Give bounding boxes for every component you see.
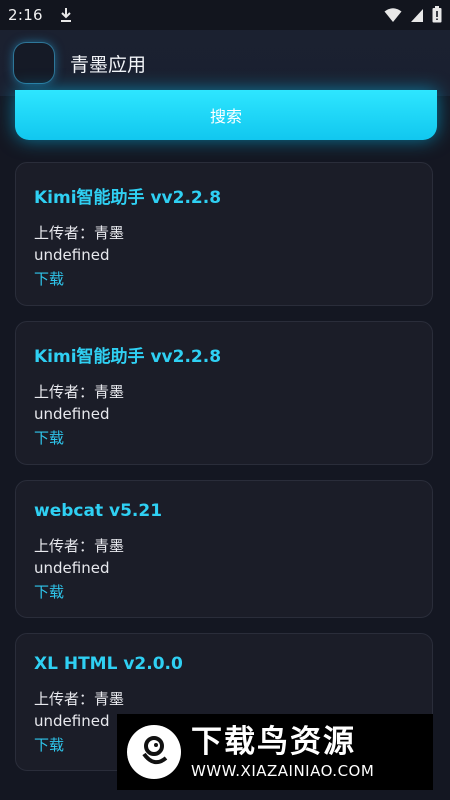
download-link[interactable]: 下载 xyxy=(34,580,414,604)
bird-logo-icon xyxy=(127,725,181,779)
status-bar: 2:16 xyxy=(0,0,450,30)
download-link[interactable]: 下载 xyxy=(34,426,414,450)
signal-icon xyxy=(411,8,423,22)
uploader-label: 上传者：青墨 xyxy=(34,537,125,555)
app-title-label: Kimi智能助手 vv2.2.8 xyxy=(34,347,222,367)
uploader-label: 上传者：青墨 xyxy=(34,690,125,708)
watermark-url: WWW.XIAZAINIAO.COM xyxy=(191,762,375,780)
watermark-banner: 下载鸟资源 WWW.XIAZAINIAO.COM xyxy=(117,714,433,790)
description-label: undefined xyxy=(34,246,110,264)
uploader-label: 上传者：青墨 xyxy=(34,224,125,242)
uploader-label: 上传者：青墨 xyxy=(34,383,125,401)
status-icons xyxy=(384,6,442,23)
app-card: webcat v5.21 上传者：青墨 undefined 下载 xyxy=(15,480,433,618)
app-title-label: webcat v5.21 xyxy=(34,501,163,521)
search-button[interactable]: 搜索 xyxy=(15,90,437,140)
description-label: undefined xyxy=(34,559,110,577)
app-card: Kimi智能助手 vv2.2.8 上传者：青墨 undefined 下载 xyxy=(15,162,433,306)
app-bar: 青墨应用 xyxy=(0,30,450,96)
battery-icon xyxy=(432,6,442,23)
app-title: 青墨应用 xyxy=(70,53,147,76)
download-link[interactable]: 下载 xyxy=(34,267,414,291)
wifi-icon xyxy=(384,7,402,22)
description-label: undefined xyxy=(34,405,110,423)
download-notification-icon xyxy=(60,8,71,22)
app-card: Kimi智能助手 vv2.2.8 上传者：青墨 undefined 下载 xyxy=(15,321,433,465)
watermark-site-name: 下载鸟资源 xyxy=(191,724,356,760)
app-title-label: Kimi智能助手 vv2.2.8 xyxy=(34,188,222,208)
status-time: 2:16 xyxy=(8,6,43,24)
app-title-label: XL HTML v2.0.0 xyxy=(34,654,183,674)
app-logo-icon xyxy=(14,43,54,83)
